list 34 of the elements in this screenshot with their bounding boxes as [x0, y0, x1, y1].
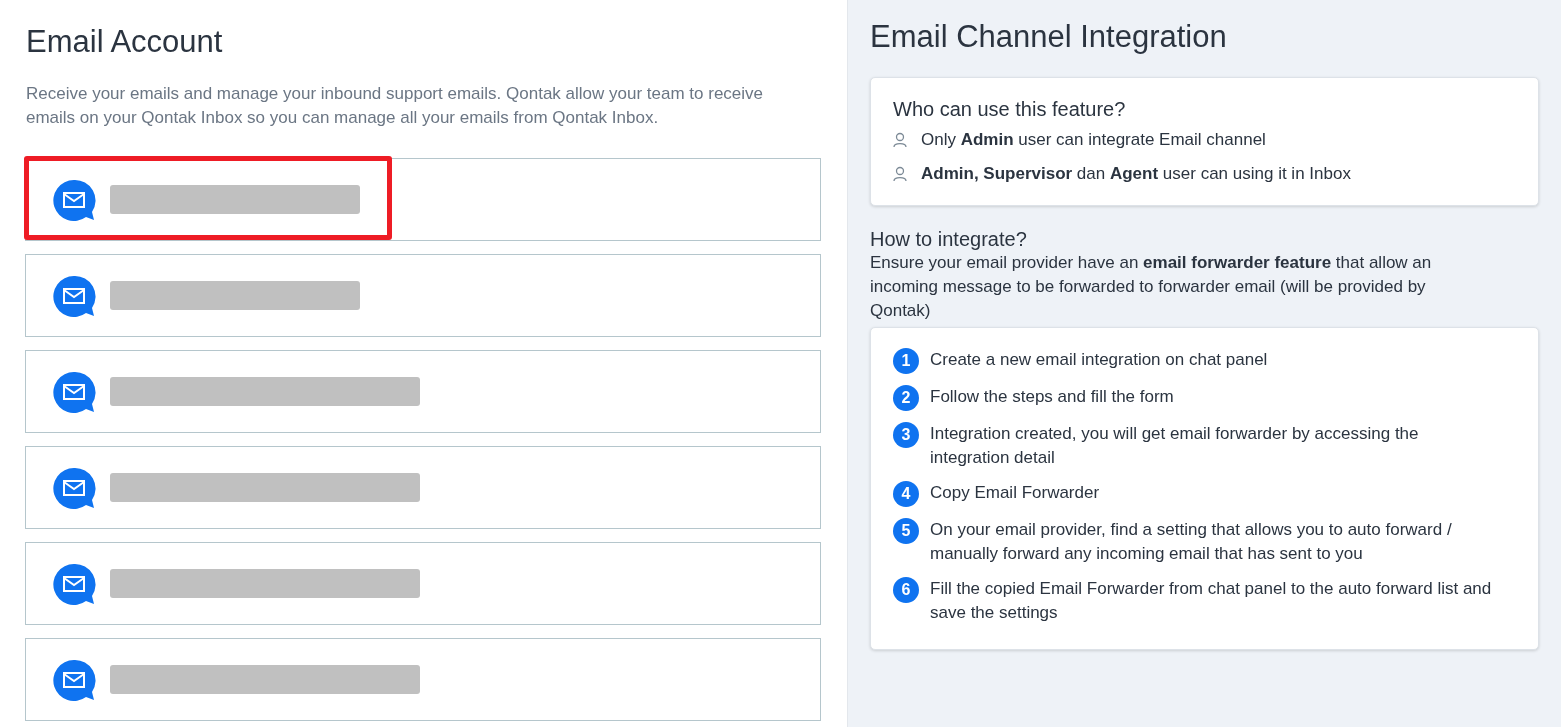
email-account-card[interactable] [25, 638, 821, 721]
step-text: Create a new email integration on chat panel [930, 349, 1268, 371]
user-icon [893, 132, 907, 148]
card-heading: Who can use this feature? [893, 98, 1127, 121]
permission-text: Only Admin user can integrate Email channel [921, 130, 1266, 150]
instruction-text: Ensure your email provider have an email forwarder feature that allow an incoming message to be forwarded to forwarder email (will be provided by Qontak) [870, 252, 1433, 322]
page-title: Email Account [26, 24, 224, 60]
email-chat-icon [52, 370, 96, 413]
step-text: Fill the copied Email Forwarder from chat panel to the auto forward list and save the settings [930, 578, 1493, 624]
step-number: 1 [893, 348, 919, 374]
section-heading: How to integrate? [870, 228, 1028, 251]
step-number: 6 [893, 577, 919, 603]
email-chat-icon [52, 658, 96, 701]
step-number: 5 [893, 518, 919, 544]
email-chat-icon [52, 562, 96, 605]
step-number: 2 [893, 385, 919, 411]
step-number: 4 [893, 481, 919, 507]
step-text: On your email provider, find a setting that allows you to auto forward / manually forward any incoming email that has sent to you [930, 519, 1453, 565]
step-text: Copy Email Forwarder [930, 482, 1100, 504]
step-text: Integration created, you will get email forwarder by accessing the integration detail [930, 423, 1420, 469]
email-account-card[interactable] [25, 350, 821, 433]
email-chat-icon [52, 466, 96, 509]
email-account-card[interactable] [25, 446, 821, 529]
permission-text: Admin, Supervisor dan Agent user can using it in Inbox [921, 164, 1351, 184]
step-number: 3 [893, 422, 919, 448]
email-account-card[interactable] [25, 158, 821, 241]
email-account-card[interactable] [25, 542, 821, 625]
email-chat-icon [52, 178, 96, 221]
user-icon [893, 166, 907, 182]
step-text: Follow the steps and fill the form [930, 386, 1174, 408]
email-account-card[interactable] [25, 254, 821, 337]
email-chat-icon [52, 274, 96, 317]
description-text: Receive your emails and manage your inbound support emails. Qontak allow your team to receive emails on your Qontak Inbox so you can manage all your emails from Qontak Inbox. [26, 83, 765, 129]
section-title: Email Channel Integration [870, 19, 1228, 55]
